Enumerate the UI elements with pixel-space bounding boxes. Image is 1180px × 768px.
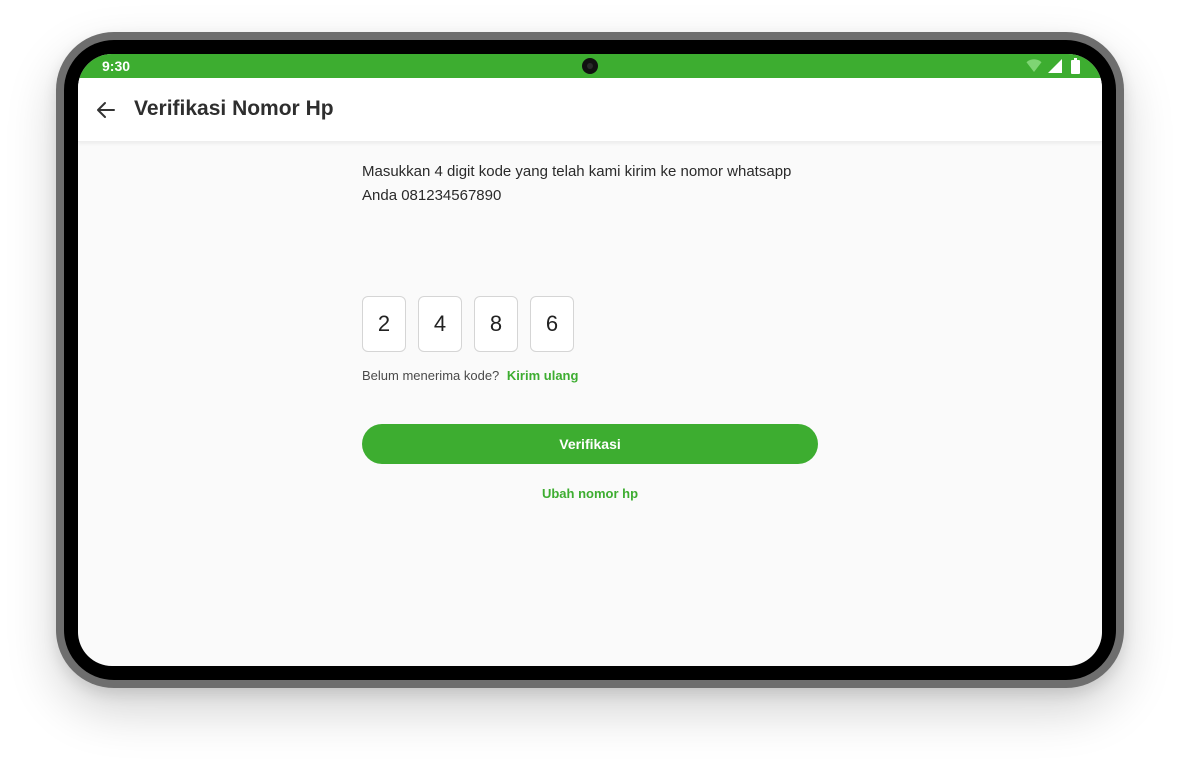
- resend-prompt: Belum menerima kode?: [362, 368, 500, 383]
- screen: 9:30 Verifikasi Nomor Hp Masukkan 4 digi…: [78, 54, 1102, 666]
- change-number-link[interactable]: Ubah nomor hp: [362, 486, 818, 501]
- app-bar: Verifikasi Nomor Hp: [78, 78, 1102, 142]
- otp-digit-4[interactable]: 6: [530, 296, 574, 352]
- status-time: 9:30: [102, 58, 131, 74]
- resend-link[interactable]: Kirim ulang: [507, 368, 579, 383]
- otp-digit-1[interactable]: 2: [362, 296, 406, 352]
- front-camera: [582, 58, 598, 74]
- status-bar: 9:30: [78, 54, 1102, 78]
- verify-button[interactable]: Verifikasi: [362, 424, 818, 464]
- status-icons: [1026, 58, 1080, 74]
- resend-row: Belum menerima kode? Kirim ulang: [362, 368, 578, 383]
- otp-digit-2[interactable]: 4: [418, 296, 462, 352]
- battery-icon: [1071, 58, 1080, 74]
- wifi-icon: [1026, 59, 1042, 72]
- instruction-text: Masukkan 4 digit kode yang telah kami ki…: [362, 160, 818, 208]
- signal-icon: [1047, 59, 1062, 73]
- page-title: Verifikasi Nomor Hp: [134, 97, 334, 120]
- tablet-frame: 9:30 Verifikasi Nomor Hp Masukkan 4 digi…: [56, 32, 1124, 688]
- otp-digit-3[interactable]: 8: [474, 296, 518, 352]
- instruction-line-1: Masukkan 4 digit kode yang telah kami ki…: [362, 163, 792, 180]
- device-bezel: 9:30 Verifikasi Nomor Hp Masukkan 4 digi…: [64, 40, 1116, 680]
- arrow-left-icon[interactable]: [94, 98, 118, 122]
- instruction-line-2: Anda 081234567890: [362, 187, 502, 204]
